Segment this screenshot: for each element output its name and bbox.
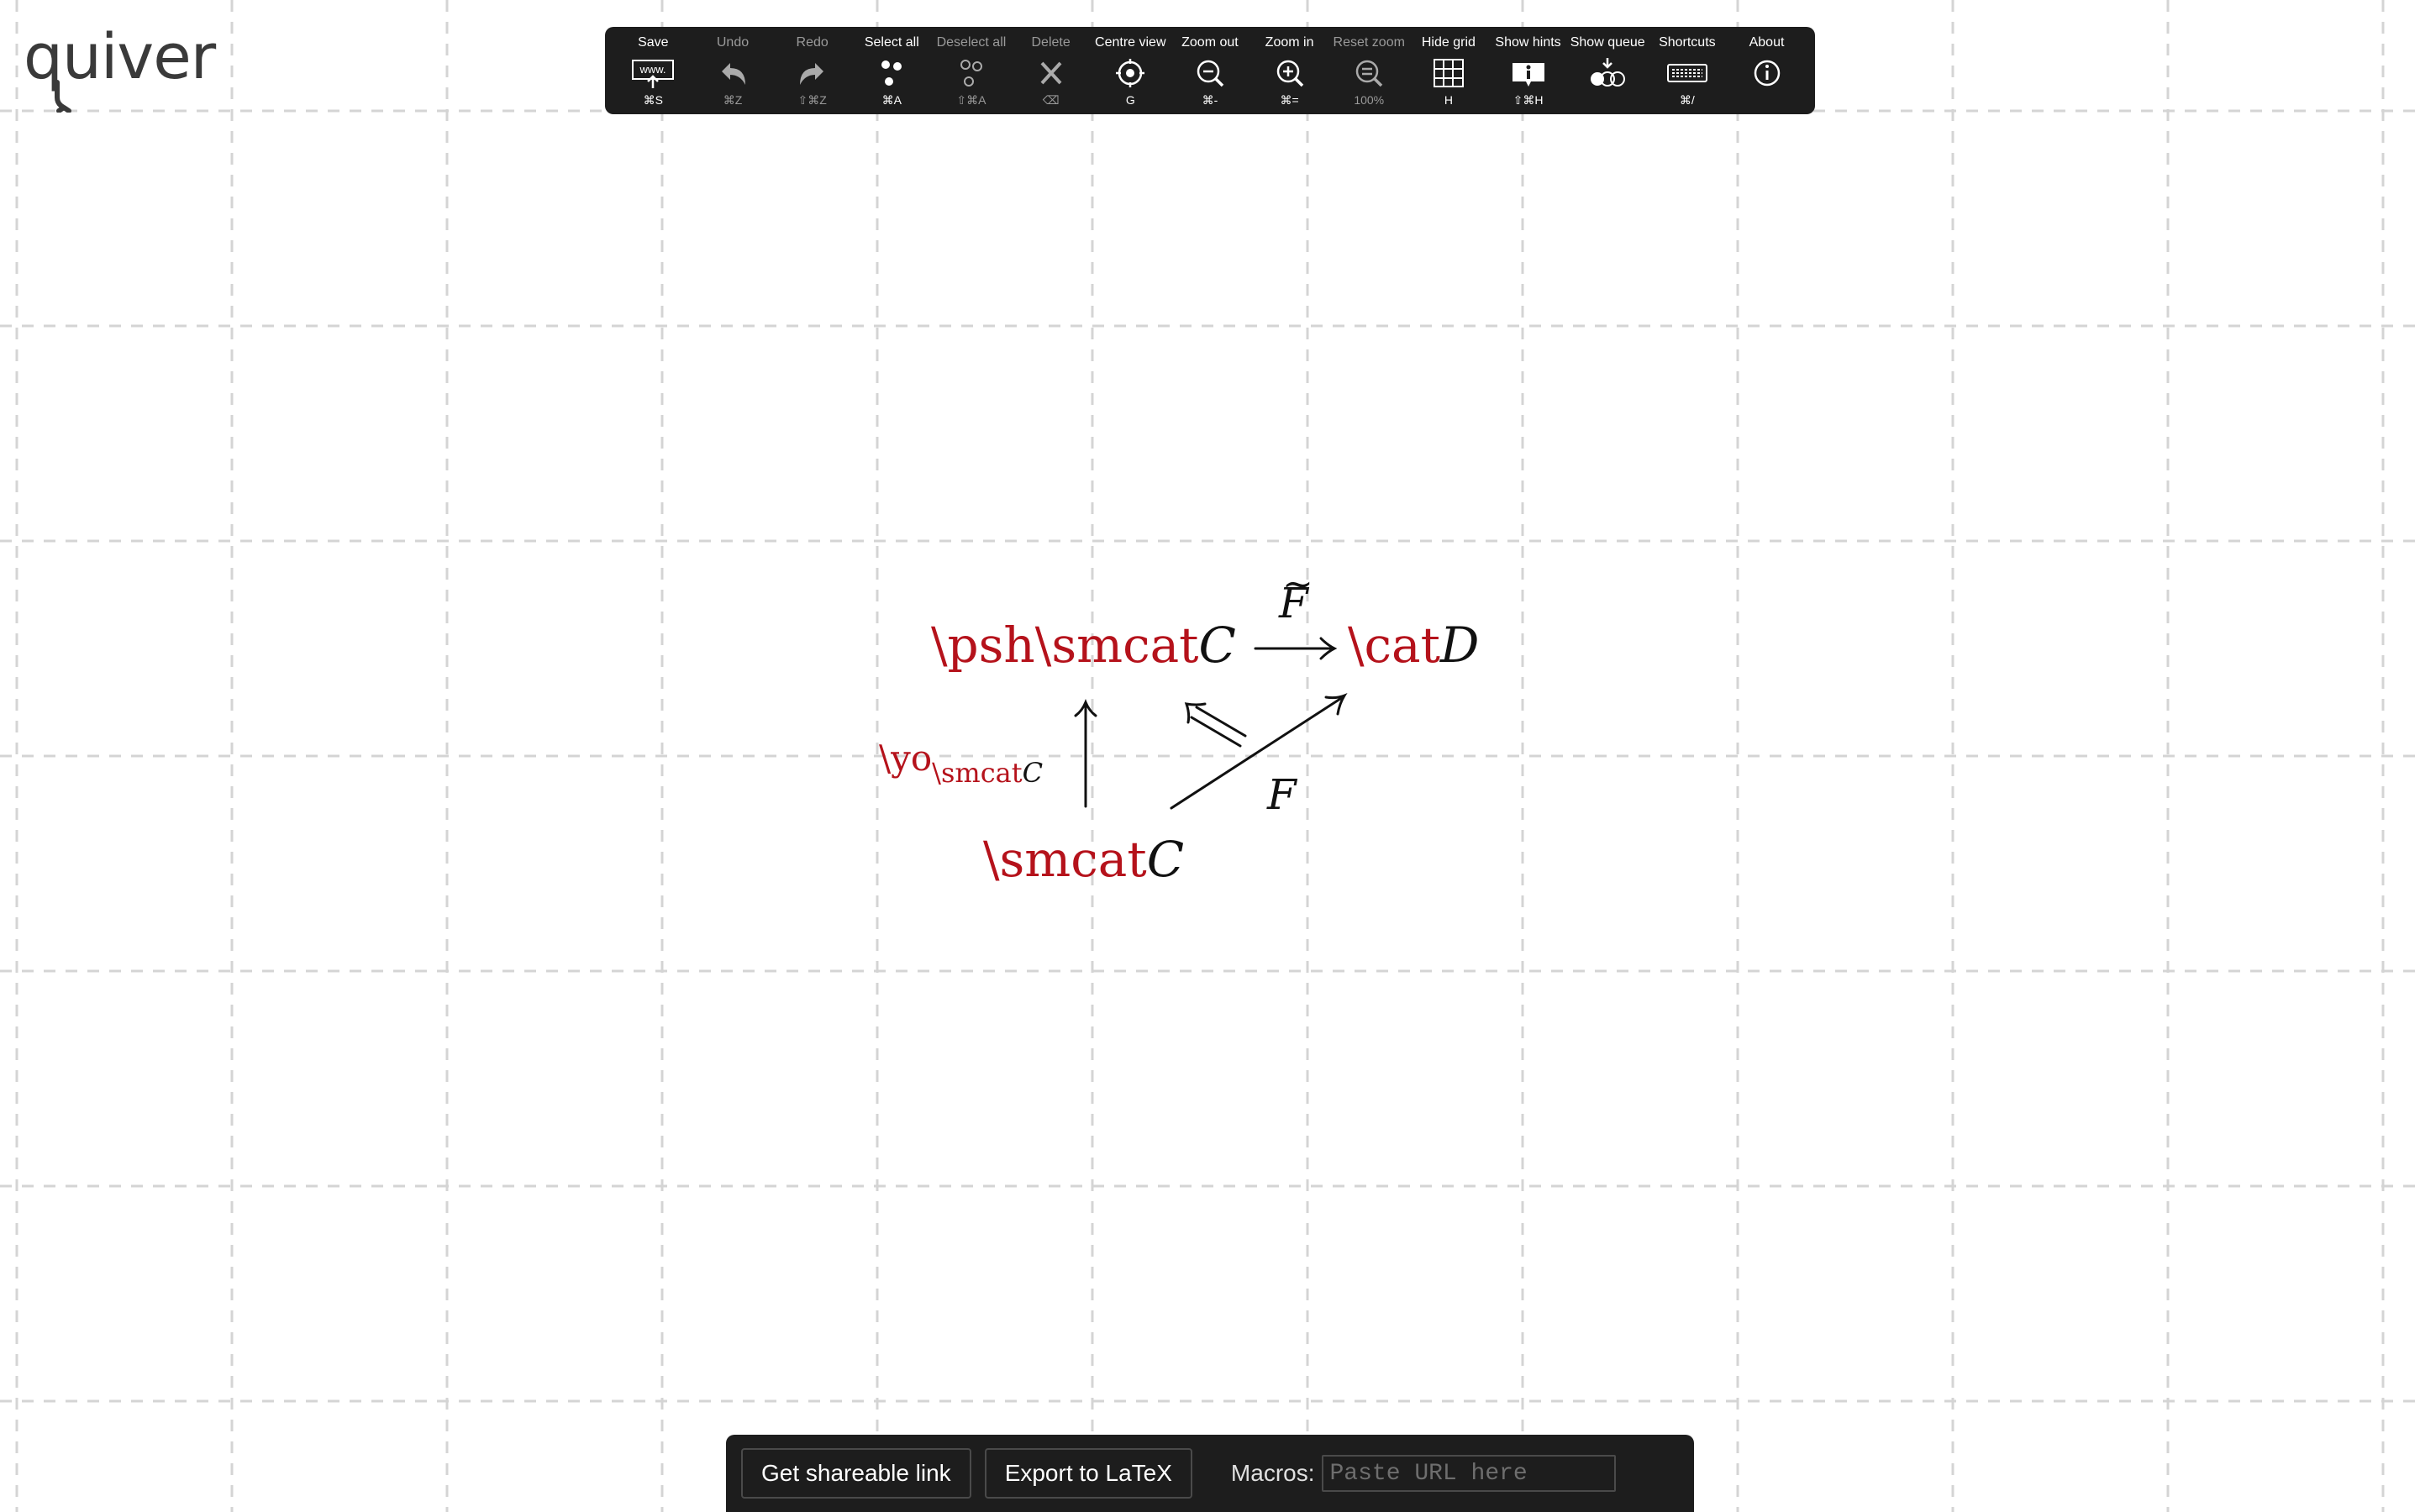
node-smcat-c[interactable]: \smcatC [983,832,1184,887]
arrow-left-vertical[interactable] [1074,698,1097,808]
arrow-diagonal[interactable] [1170,692,1348,810]
node-cat-macro: \cat [1348,617,1440,674]
diagram-arrows [1074,637,1348,810]
label-top-arrow[interactable]: ~ F [1279,563,1313,627]
label-yoneda-sub-macro: \smcat [932,757,1023,789]
node-smcat-var: C [1146,831,1185,888]
export-to-latex-button[interactable]: Export to LaTeX [984,1448,1192,1499]
label-yoneda[interactable]: \yo\smcatC [879,731,1043,789]
node-psh-macro: \psh\smcat [931,617,1199,674]
node-cat-var: D [1439,617,1480,674]
arrow-two-cell[interactable] [1184,702,1247,748]
macros-url-input[interactable] [1321,1455,1616,1492]
label-diag-arrow[interactable]: F [1267,771,1297,818]
get-shareable-link-button[interactable]: Get shareable link [741,1448,971,1499]
node-smcat-macro: \smcat [983,831,1147,888]
label-yoneda-sub-var: C [1022,757,1044,789]
node-psh-smcat-c[interactable]: \psh\smcatC [931,617,1236,673]
node-psh-var: C [1198,617,1236,674]
label-yoneda-macro: \yo [879,738,933,779]
macros-label: Macros: [1230,1460,1315,1486]
label-top-arrow-tilde: ~ [1282,563,1313,606]
node-cat-d[interactable]: \catD [1348,617,1479,673]
arrow-top-horizontal[interactable] [1254,637,1338,660]
export-panel: Get shareable link Export to LaTeX Macro… [726,1435,1694,1512]
